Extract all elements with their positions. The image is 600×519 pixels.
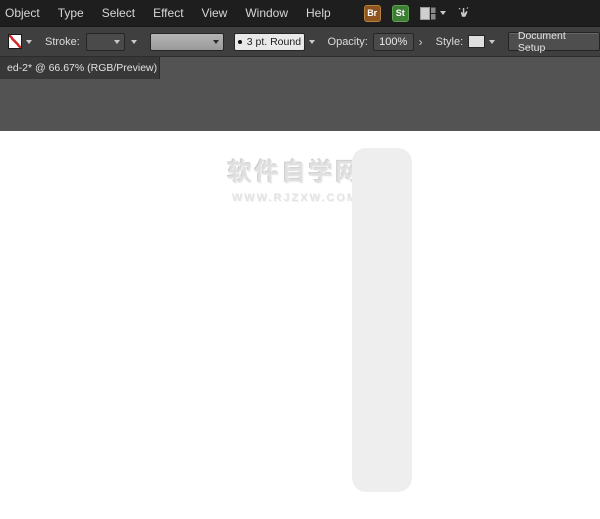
- menu-help[interactable]: Help: [297, 6, 340, 20]
- opacity-label: Opacity:: [328, 36, 368, 48]
- fill-none-swatch[interactable]: [8, 34, 22, 49]
- style-label: Style:: [436, 36, 464, 48]
- workspace-switcher-icon[interactable]: [420, 7, 446, 20]
- panels-grid-icon: [420, 7, 436, 20]
- opacity-value: 100%: [379, 36, 407, 48]
- document-setup-button[interactable]: Document Setup: [508, 32, 600, 51]
- width-profile-select[interactable]: [150, 33, 224, 51]
- brush-preview-dot-icon: [238, 40, 242, 44]
- watermark: 软件自学网 WWW.RJZXW.COM: [222, 152, 368, 204]
- brush-chevron-down-icon[interactable]: [309, 40, 315, 44]
- stroke-label: Stroke:: [45, 36, 80, 48]
- hand-gesture-icon[interactable]: [457, 6, 472, 21]
- brush-definition-select[interactable]: 3 pt. Round: [234, 33, 304, 51]
- stroke-weight-select[interactable]: [86, 33, 125, 51]
- opacity-options-arrow-icon[interactable]: ›: [419, 36, 423, 48]
- menu-select[interactable]: Select: [93, 6, 144, 20]
- illustrator-window: Object Type Select Effect View Window He…: [0, 0, 600, 519]
- watermark-text-cn: 软件自学网: [222, 152, 368, 187]
- rounded-rectangle-shape[interactable]: [352, 148, 412, 492]
- style-swatch[interactable]: [468, 35, 485, 48]
- chevron-down-icon: [213, 40, 219, 44]
- menu-bar: Object Type Select Effect View Window He…: [0, 0, 600, 26]
- bridge-icon[interactable]: Br: [364, 5, 381, 22]
- hand-icon: [457, 6, 472, 21]
- watermark-url: WWW.RJZXW.COM: [222, 192, 368, 204]
- brush-definition-value: 3 pt. Round: [247, 36, 301, 48]
- opacity-input[interactable]: 100%: [373, 33, 414, 51]
- menu-effect[interactable]: Effect: [144, 6, 192, 20]
- chevron-down-icon: [440, 11, 446, 15]
- document-tab-title: ed-2* @ 66.67% (RGB/Preview): [7, 62, 157, 74]
- control-bar: Stroke: 3 pt. Round Opacity: 100% › Styl…: [0, 26, 600, 57]
- fill-chevron-down-icon[interactable]: [26, 40, 32, 44]
- chevron-down-icon: [114, 40, 120, 44]
- stock-icon[interactable]: St: [392, 5, 409, 22]
- menu-type[interactable]: Type: [49, 6, 93, 20]
- menu-view[interactable]: View: [193, 6, 237, 20]
- stroke-chevron-down-icon[interactable]: [131, 40, 137, 44]
- menu-object[interactable]: Object: [0, 6, 49, 20]
- appbar-icons: Br St: [364, 5, 472, 22]
- menu-window[interactable]: Window: [236, 6, 297, 20]
- style-chevron-down-icon[interactable]: [489, 40, 495, 44]
- pasteboard: ed-2* @ 66.67% (RGB/Preview) ✕: [0, 57, 600, 131]
- artboard-canvas[interactable]: 软件自学网 WWW.RJZXW.COM: [0, 131, 600, 519]
- document-tab[interactable]: ed-2* @ 66.67% (RGB/Preview) ✕: [0, 57, 160, 79]
